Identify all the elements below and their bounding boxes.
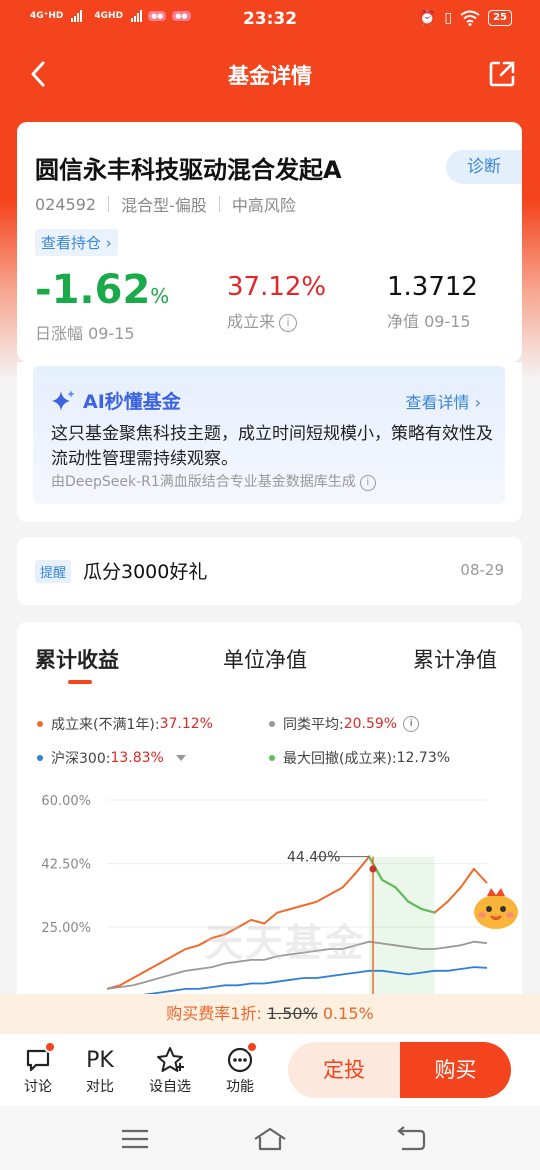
fund-risk: 中高风险 (231, 196, 296, 215)
share-icon[interactable] (488, 60, 516, 88)
notification-dot (44, 1041, 56, 1053)
diagnose-button[interactable]: 诊断 (446, 150, 522, 184)
compare-label: 对比 (86, 1079, 114, 1095)
star-add-icon (157, 1047, 184, 1072)
chevron-right-icon: › (474, 393, 481, 412)
legend-index[interactable]: 沪深300: 13.83% (37, 748, 186, 768)
legend-fund-label: 成立来(不满1年): (51, 717, 160, 733)
watermark: 天天基金 (205, 920, 366, 965)
legend-drawdown-value: 12.73% (396, 750, 451, 766)
ai-footer: 由DeepSeek-R1满血版结合专业基金数据库生成 i (51, 471, 376, 491)
legend-dot (269, 755, 275, 761)
fund-name: 圆信永丰科技驱动混合发起A (35, 156, 342, 184)
legend-peer: 同类平均: 20.59% i (269, 714, 420, 734)
ai-title-text: AI秒懂基金 (83, 391, 181, 413)
cursor-point (369, 865, 377, 873)
daily-change-stat: -1.62% 日涨幅 09-15 (35, 268, 169, 344)
features-label: 功能 (226, 1079, 254, 1095)
pk-icon: PK (86, 1047, 114, 1073)
mascot-icon (474, 888, 518, 929)
since-inception-value: 37.12% (227, 272, 327, 302)
reminder-text: 瓜分3000好礼 (83, 561, 208, 583)
reminder-bar[interactable]: 提醒 瓜分3000好礼 08-29 (17, 537, 522, 605)
y-tick-label: 42.50% (41, 858, 91, 873)
discuss-button[interactable]: 讨论 (18, 1041, 58, 1096)
wifi-icon (460, 10, 480, 26)
ai-summary-text: 这只基金聚焦科技主题，成立时间短规模小，策略有效性及流动性管理需持续观察。 (51, 424, 493, 469)
menu-icon[interactable] (120, 1128, 150, 1150)
nav-label: 净值 09-15 (387, 312, 471, 331)
dropdown-icon (175, 755, 186, 761)
ai-summary-card[interactable]: AI秒懂基金 查看详情 › 这只基金聚焦科技主题，成立时间短规模小，策略有效性及… (33, 366, 505, 504)
back-nav-icon[interactable] (396, 1126, 426, 1152)
ai-title: AI秒懂基金 (51, 387, 181, 414)
tab-cumulative-return[interactable]: 累计收益 (35, 644, 119, 674)
fee-discount-banner[interactable]: 购买费率1折: 1.50% 0.15% (0, 994, 540, 1034)
legend-index-label: 沪深300: (51, 751, 111, 767)
legend-peer-value: 20.59% (343, 716, 398, 732)
divider (108, 196, 110, 212)
features-button[interactable]: 功能 (220, 1041, 260, 1096)
fee-prefix: 购买费率1折: (166, 1004, 267, 1023)
annotation-label: 44.40% (287, 850, 340, 866)
watchlist-label: 设自选 (149, 1079, 191, 1095)
ai-footer-text: 由DeepSeek-R1满血版结合专业基金数据库生成 (51, 474, 356, 490)
fund-type: 混合型-偏股 (121, 196, 207, 215)
reminder-date: 08-29 (460, 561, 504, 579)
status-icons: ⏰ ▯ 25 (419, 10, 512, 26)
sip-button[interactable]: 定投 (288, 1042, 400, 1098)
sparkle-icon (52, 389, 75, 411)
nav-stat: 1.3712 净值 09-15 (387, 272, 478, 332)
info-icon[interactable]: i (359, 475, 376, 491)
compare-button[interactable]: PK 对比 (80, 1044, 120, 1096)
notification-dot (246, 1041, 258, 1053)
vibrate-icon: ▯ (444, 10, 453, 26)
bottom-action-bar: 讨论 PK 对比 设自选 功能 定投 购买 (0, 1034, 540, 1106)
legend-drawdown-label: 最大回撤(成立来): (283, 751, 397, 767)
status-bar: 4G⁺HD 4GHD ●● ●● 23:32 ⏰ ▯ 25 (0, 0, 540, 40)
daily-change-label: 日涨幅 09-15 (35, 324, 135, 343)
y-tick-label: 60.00% (41, 794, 91, 809)
tab-unit-nav[interactable]: 单位净值 (223, 644, 307, 674)
battery-indicator: 25 (488, 10, 512, 26)
since-inception-label: 成立来 (227, 312, 276, 331)
legend-fund-value: 37.12% (159, 716, 213, 732)
legend-drawdown: 最大回撤(成立来): 12.73% (269, 748, 450, 768)
active-tab-indicator (68, 680, 92, 684)
fund-code: 024592 (35, 194, 97, 214)
performance-chart-card: 累计收益 单位净值 累计净值 成立来(不满1年): 37.12% 同类平均: 20.… (17, 622, 522, 1042)
since-inception-stat: 37.12% 成立来 i (227, 272, 326, 332)
add-watchlist-button[interactable]: 设自选 (146, 1044, 194, 1096)
legend-index-value: 13.83% (110, 750, 164, 766)
nav-bar: 基金详情 (0, 48, 540, 100)
page-title: 基金详情 (228, 64, 312, 88)
legend-peer-label: 同类平均: (283, 717, 344, 733)
tab-cumulative-nav[interactable]: 累计净值 (413, 644, 497, 674)
nav-value: 1.3712 (387, 272, 478, 302)
fee-new: 0.15% (317, 1004, 374, 1023)
view-holdings-link[interactable]: 查看持仓 › (35, 229, 118, 256)
reminder-tag: 提醒 (35, 560, 72, 583)
fund-meta: 024592 混合型-偏股 中高风险 (35, 192, 296, 216)
legend-dot (37, 721, 43, 727)
divider (218, 196, 220, 212)
discuss-label: 讨论 (24, 1079, 52, 1095)
fund-summary-card: 圆信永丰科技驱动混合发起A 诊断 024592 混合型-偏股 中高风险 查看持仓… (17, 122, 522, 362)
home-icon[interactable] (252, 1126, 288, 1152)
alarm-icon: ⏰ (418, 10, 437, 26)
daily-change-value: -1.62 (35, 267, 151, 313)
info-icon[interactable]: i (279, 314, 298, 332)
ai-more-text: 查看详情 (405, 393, 470, 412)
daily-change-unit: % (150, 284, 170, 308)
y-tick-label: 25.00% (41, 921, 91, 936)
legend-dot (37, 755, 43, 761)
buy-button[interactable]: 购买 (400, 1042, 511, 1098)
fee-old: 1.50% (266, 1004, 318, 1023)
system-nav-bar (0, 1106, 540, 1170)
ai-summary-section: AI秒懂基金 查看详情 › 这只基金聚焦科技主题，成立时间短规模小，策略有效性及… (17, 362, 522, 522)
legend-dot (269, 721, 275, 727)
legend-fund: 成立来(不满1年): 37.12% (37, 714, 213, 734)
info-icon[interactable]: i (403, 716, 420, 732)
ai-more-link[interactable]: 查看详情 › (405, 389, 481, 413)
